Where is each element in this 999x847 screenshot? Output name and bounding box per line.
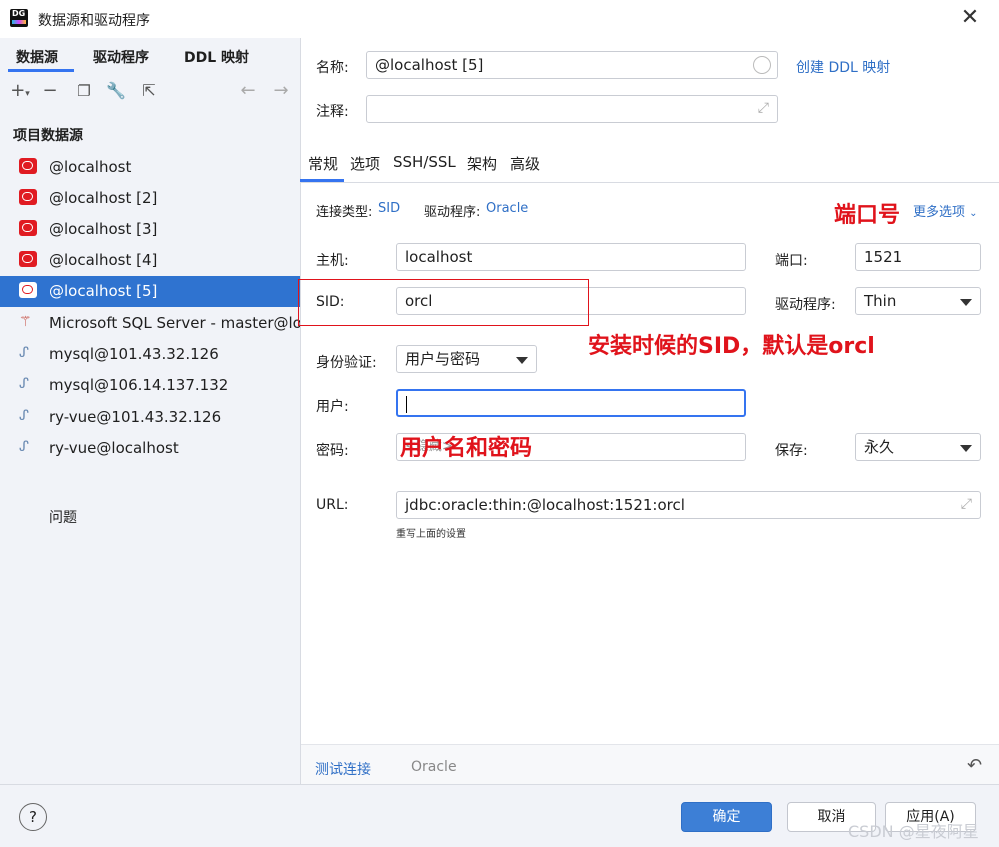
- mysql-dolphin-icon: ᔑ: [19, 439, 29, 455]
- datasource-item-selected[interactable]: @localhost [5]: [0, 276, 300, 307]
- duplicate-icon[interactable]: ❐: [73, 80, 95, 102]
- comment-input[interactable]: ⤢: [366, 95, 778, 123]
- sid-annotation: 安装时候的SID，默认是orcl: [588, 334, 875, 359]
- name-input[interactable]: @localhost [5]: [366, 51, 778, 79]
- color-circle-icon[interactable]: [753, 56, 771, 74]
- url-input[interactable]: jdbc:oracle:thin:@localhost:1521:orcl ⤢: [396, 491, 981, 519]
- auth-label: 身份验证:: [316, 355, 377, 371]
- project-datasources-title: 项目数据源: [13, 128, 83, 144]
- expand-icon[interactable]: ⤢: [961, 495, 972, 513]
- tab-schemas[interactable]: 架构: [467, 153, 497, 174]
- expand-icon[interactable]: ⤢: [758, 99, 769, 117]
- port-label: 端口:: [775, 253, 808, 269]
- password-label: 密码:: [316, 443, 349, 459]
- datasource-item[interactable]: @localhost [3]: [0, 214, 300, 245]
- port-input[interactable]: 1521: [855, 243, 981, 271]
- host-label: 主机:: [316, 253, 349, 269]
- tab-datasources[interactable]: 数据源: [16, 47, 58, 67]
- oracle-icon: [19, 189, 37, 205]
- help-button[interactable]: ?: [19, 803, 47, 831]
- open-external-icon[interactable]: ⇱: [138, 80, 160, 102]
- forward-arrow-icon[interactable]: →: [270, 80, 292, 102]
- user-label: 用户:: [316, 399, 349, 415]
- mysql-dolphin-icon: ᔑ: [19, 345, 29, 361]
- host-input[interactable]: localhost: [396, 243, 746, 271]
- connection-type-link[interactable]: SID: [378, 201, 400, 216]
- wrench-icon[interactable]: 🔧: [105, 80, 127, 102]
- tab-drivers[interactable]: 驱动程序: [93, 47, 149, 67]
- bottom-strip: 测试连接 Oracle ↶: [301, 744, 999, 785]
- mysql-dolphin-icon: ᔑ: [19, 376, 29, 392]
- connection-type-label: 连接类型:: [316, 205, 373, 220]
- active-tab-indicator: [8, 69, 74, 72]
- problems-item[interactable]: 问题: [49, 507, 77, 527]
- port-annotation: 端口号: [834, 203, 901, 228]
- auth-select[interactable]: 用户与密码: [396, 345, 537, 373]
- oracle-icon: [19, 220, 37, 236]
- ok-button[interactable]: 确定: [681, 802, 772, 832]
- remove-icon[interactable]: −: [39, 80, 61, 102]
- datasource-item[interactable]: ᔑ mysql@101.43.32.126: [0, 339, 300, 370]
- user-input[interactable]: [396, 389, 746, 417]
- datasource-item[interactable]: ᔑ ry-vue@localhost: [0, 433, 300, 464]
- url-label: URL:: [316, 497, 349, 513]
- tab-ddl-mappings[interactable]: DDL 映射: [184, 47, 249, 67]
- tab-advanced[interactable]: 高级: [510, 153, 540, 174]
- oracle-icon: [19, 282, 37, 298]
- tab-options[interactable]: 选项: [350, 153, 380, 174]
- watermark: CSDN @星夜阿星: [848, 822, 979, 841]
- tab-general[interactable]: 常规: [308, 153, 338, 174]
- sid-highlight-box: [298, 279, 589, 326]
- datasource-item[interactable]: ᔑ ry-vue@101.43.32.126: [0, 402, 300, 433]
- driver-link[interactable]: Oracle: [486, 201, 528, 216]
- comment-label: 注释:: [316, 104, 349, 120]
- mysql-dolphin-icon: ᔑ: [19, 408, 29, 424]
- test-connection-link[interactable]: 测试连接: [315, 759, 371, 779]
- add-icon[interactable]: +▾: [9, 80, 31, 102]
- close-icon[interactable]: ✕: [957, 6, 983, 32]
- datasource-item[interactable]: @localhost [2]: [0, 183, 300, 214]
- undo-icon[interactable]: ↶: [967, 755, 982, 776]
- datasource-item[interactable]: ⚚ Microsoft SQL Server - master@loc: [0, 308, 300, 339]
- url-hint: 重写上面的设置: [396, 529, 466, 540]
- tab-ssh-ssl[interactable]: SSH/SSL: [393, 153, 456, 171]
- back-arrow-icon[interactable]: ←: [237, 80, 259, 102]
- window-title: 数据源和驱动程序: [38, 13, 150, 29]
- create-ddl-link[interactable]: 创建 DDL 映射: [796, 57, 890, 77]
- text-cursor: [406, 396, 407, 413]
- app-icon: DG: [10, 9, 28, 27]
- save-label: 保存:: [775, 443, 808, 459]
- driver-type-label: 驱动程序:: [775, 297, 836, 313]
- sql-server-icon: ⚚: [19, 314, 32, 330]
- datasource-item[interactable]: @localhost [4]: [0, 245, 300, 276]
- save-select[interactable]: 永久: [855, 433, 981, 461]
- driver-name: Oracle: [411, 759, 457, 775]
- tab-divider: [300, 182, 999, 183]
- name-label: 名称:: [316, 60, 349, 76]
- datasource-item[interactable]: ᔑ mysql@106.14.137.132: [0, 370, 300, 401]
- left-panel: 数据源 驱动程序 DDL 映射 +▾ − ❐ 🔧 ⇱ ← → 项目数据源 @lo…: [0, 38, 301, 784]
- driver-label: 驱动程序:: [424, 205, 481, 220]
- driver-type-select[interactable]: Thin: [855, 287, 981, 315]
- title-bar: DG 数据源和驱动程序 ✕: [0, 0, 999, 38]
- datasource-item[interactable]: @localhost: [0, 152, 300, 183]
- oracle-icon: [19, 158, 37, 174]
- oracle-icon: [19, 251, 37, 267]
- userpass-annotation: 用户名和密码: [400, 436, 533, 461]
- more-options-link[interactable]: 更多选项 ⌄: [913, 201, 978, 220]
